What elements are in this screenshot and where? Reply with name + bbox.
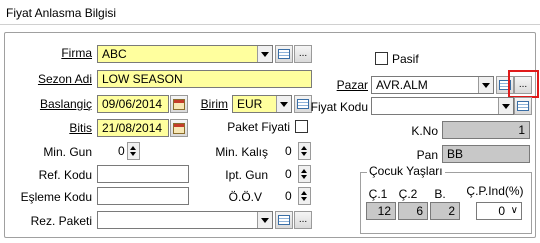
ref-kodu-label: Ref. Kodu: [38, 168, 92, 182]
firma-label: Firma: [61, 46, 92, 60]
esleme-kodu-label: Eşleme Kodu: [20, 190, 92, 204]
table-lookup-icon: [517, 101, 529, 111]
esleme-kodu-input[interactable]: [97, 187, 189, 205]
highlight-box: [508, 70, 539, 98]
spin-up-icon[interactable]: [301, 169, 307, 173]
spin-buttons[interactable]: [298, 142, 311, 160]
birim-value: EUR: [237, 97, 263, 111]
min-kalis-value: 0: [285, 144, 292, 158]
rez-paketi-label: Rez. Paketi: [30, 214, 92, 228]
cocuk-yaslari-title: Çocuk Yaşları: [367, 164, 445, 178]
c1-field: 12: [366, 202, 396, 220]
dropdown-arrow-icon[interactable]: [257, 212, 272, 228]
baslangic-label: Baslangiç: [39, 97, 92, 111]
paket-fiyati-label: Paket Fiyati: [227, 120, 290, 134]
window-title: Fiyat Anlasma Bilgisi: [6, 6, 117, 20]
spin-up-icon[interactable]: [301, 146, 307, 150]
cpind-value: 0: [498, 204, 505, 218]
oov-spinner[interactable]: 0: [285, 187, 311, 205]
spin-up-icon[interactable]: [301, 191, 307, 195]
bitis-calendar-button[interactable]: [170, 119, 188, 137]
firma-lookup-button[interactable]: [275, 45, 293, 63]
cpind-label: Ç.P.Ind(%): [466, 184, 524, 198]
table-lookup-icon: [278, 215, 290, 225]
oov-label: Ö.Ö.V: [228, 190, 262, 204]
min-gun-label: Min. Gun: [43, 145, 92, 159]
fiyat-kodu-label: Fiyat Kodu: [310, 100, 368, 114]
min-gun-value: 0: [118, 144, 125, 158]
dropdown-arrow-icon[interactable]: [498, 98, 513, 114]
sezon-adi-label: Sezon Adi: [37, 72, 92, 86]
kno-label: K.No: [411, 124, 438, 138]
dropdown-arrow-icon[interactable]: [478, 77, 493, 93]
min-kalis-label: Min. Kalış: [215, 145, 268, 159]
b-label: B.: [434, 187, 446, 201]
paket-fiyati-checkbox[interactable]: [295, 120, 308, 133]
birim-dropdown[interactable]: EUR: [232, 95, 292, 113]
spin-down-icon[interactable]: [301, 175, 307, 179]
rez-paketi-dropdown[interactable]: [97, 211, 273, 229]
birim-label: Birim: [200, 97, 228, 111]
spin-down-icon[interactable]: [301, 197, 307, 201]
ipt-gun-spinner[interactable]: 0: [285, 165, 311, 183]
pazar-dropdown[interactable]: AVR.ALM: [371, 76, 494, 94]
ipt-gun-value: 0: [285, 167, 292, 181]
rez-paketi-ellipsis-button[interactable]: ...: [294, 211, 312, 229]
title-divider: [0, 24, 540, 25]
sezon-adi-input[interactable]: LOW SEASON: [97, 70, 312, 88]
rez-paketi-lookup-button[interactable]: [275, 211, 293, 229]
spin-down-icon[interactable]: [130, 152, 136, 156]
firma-value: ABC: [102, 47, 127, 61]
bitis-label: Bitis: [69, 121, 92, 135]
c2-field: 6: [398, 202, 428, 220]
b-field: 2: [430, 202, 460, 220]
kno-field: 1: [442, 121, 530, 139]
pasif-label: Pasif: [392, 52, 419, 66]
pan-field: BB: [442, 145, 530, 163]
ipt-gun-label: Ipt. Gun: [225, 168, 268, 182]
firma-ellipsis-button[interactable]: ...: [294, 45, 312, 63]
dropdown-arrow-icon[interactable]: [257, 46, 272, 62]
calendar-icon: [173, 98, 185, 110]
chevron-down-icon[interactable]: ∨: [511, 203, 518, 219]
calendar-icon: [173, 122, 185, 134]
pazar-label: Pazar: [336, 78, 368, 92]
baslangic-date-input[interactable]: 09/06/2014: [97, 95, 169, 113]
pazar-value: AVR.ALM: [376, 78, 428, 92]
firma-dropdown[interactable]: ABC: [97, 45, 273, 63]
fiyat-kodu-lookup-button[interactable]: [514, 97, 532, 115]
dropdown-arrow-icon[interactable]: [276, 96, 291, 112]
bitis-date-input[interactable]: 21/08/2014: [97, 119, 169, 137]
spin-buttons[interactable]: [127, 142, 140, 160]
baslangic-calendar-button[interactable]: [170, 95, 188, 113]
fiyat-kodu-dropdown[interactable]: [371, 97, 514, 115]
cpind-select[interactable]: 0 ∨: [476, 202, 522, 220]
spin-buttons[interactable]: [298, 165, 311, 183]
c2-label: Ç.2: [398, 187, 418, 201]
pasif-checkbox[interactable]: [375, 52, 388, 65]
spin-down-icon[interactable]: [301, 152, 307, 156]
c1-label: Ç.1: [368, 187, 388, 201]
table-lookup-icon: [278, 49, 290, 59]
ref-kodu-input[interactable]: [97, 165, 189, 183]
spin-buttons[interactable]: [298, 187, 311, 205]
pan-label: Pan: [416, 148, 438, 162]
oov-value: 0: [285, 189, 292, 203]
min-kalis-spinner[interactable]: 0: [285, 142, 311, 160]
min-gun-spinner[interactable]: 0: [118, 142, 140, 160]
spin-up-icon[interactable]: [130, 146, 136, 150]
